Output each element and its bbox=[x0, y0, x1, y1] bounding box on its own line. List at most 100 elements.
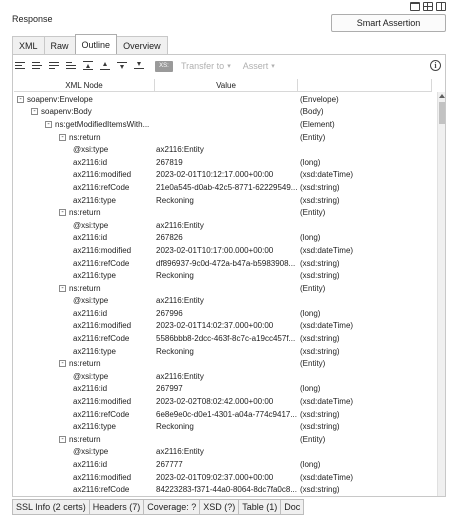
move-down-icon[interactable] bbox=[117, 61, 127, 71]
split-view-icon[interactable] bbox=[436, 2, 446, 11]
tree-row[interactable]: ax2116:modified 2023-02-01T14:02:37.000+0… bbox=[14, 320, 432, 333]
node-name: ax2116:id bbox=[73, 460, 108, 470]
node-cell: ax2116:refCode bbox=[14, 259, 155, 268]
collapse-toggle-icon[interactable]: - bbox=[59, 284, 66, 292]
outline-tree: - soapenv:Envelope (Envelope) - soapenv:Body… bbox=[14, 93, 432, 495]
grid-icon[interactable] bbox=[423, 2, 433, 11]
column-header-value[interactable]: Value bbox=[155, 79, 298, 91]
collapse-toggle-icon[interactable]: - bbox=[17, 95, 24, 103]
value-cell: ax2116:Entity bbox=[156, 447, 204, 457]
tree-row[interactable]: - ns:getModifiedItemsWith... (Element) bbox=[14, 118, 432, 131]
collapse-toggle-icon[interactable]: - bbox=[59, 209, 66, 217]
value-cell: 267996 bbox=[156, 308, 183, 318]
smart-assertion-button[interactable]: Smart Assertion bbox=[331, 14, 446, 32]
tree-row[interactable]: ax2116:id 267819 (long) bbox=[14, 156, 432, 169]
tree-row[interactable]: @xsi:type ax2116:Entity bbox=[14, 143, 432, 156]
assert-dropdown[interactable]: Assert ▾ bbox=[243, 61, 275, 71]
tree-row[interactable]: ax2116:modified 2023-02-01T09:02:37.000+0… bbox=[14, 471, 432, 484]
move-bottom-icon[interactable] bbox=[134, 61, 144, 71]
vertical-scrollbar[interactable] bbox=[437, 92, 445, 496]
tree-row[interactable]: - ns:return (Entity) bbox=[14, 206, 432, 219]
column-header-node[interactable]: XML Node bbox=[14, 79, 155, 91]
scrollbar-thumb[interactable] bbox=[439, 102, 445, 124]
tree-row[interactable]: ax2116:type Reckoning (xsd:string) bbox=[14, 345, 432, 358]
type-cell: (Element) bbox=[300, 119, 335, 129]
node-cell: - soapenv:Envelope bbox=[14, 95, 155, 104]
column-header-type[interactable] bbox=[298, 79, 432, 91]
tree-row[interactable]: - soapenv:Envelope (Envelope) bbox=[14, 93, 432, 106]
move-top-icon[interactable] bbox=[83, 61, 93, 71]
tree-row[interactable]: ax2116:refCode 6e8e9e0c-d0e1-4301-a04a-77… bbox=[14, 408, 432, 421]
tree-row[interactable]: ax2116:modified 2023-02-02T08:02:42.000+0… bbox=[14, 395, 432, 408]
collapse-toggle-icon[interactable]: - bbox=[31, 108, 38, 116]
node-name: ax2116:refCode bbox=[73, 485, 130, 495]
bottom-tab[interactable]: Headers (7) bbox=[88, 499, 145, 515]
info-icon[interactable]: i bbox=[430, 60, 441, 71]
tree-row[interactable]: - ns:return (Entity) bbox=[14, 357, 432, 370]
tree-row[interactable]: ax2116:id 267997 (long) bbox=[14, 383, 432, 396]
node-cell: - soapenv:Body bbox=[14, 107, 155, 116]
collapse-toggle-icon[interactable]: - bbox=[59, 360, 66, 368]
chevron-down-icon: ▾ bbox=[271, 63, 275, 70]
tree-row[interactable]: ax2116:refCode df896937-9c0d-472a-b47a-b5… bbox=[14, 257, 432, 270]
tree-row[interactable]: @xsi:type ax2116:Entity bbox=[14, 446, 432, 459]
align-lines-icon[interactable] bbox=[32, 61, 42, 71]
bottom-tab[interactable]: SSL Info (2 certs) bbox=[12, 499, 90, 515]
type-cell: (Entity) bbox=[300, 434, 326, 444]
type-cell: (Entity) bbox=[300, 359, 326, 369]
tree-row[interactable]: @xsi:type ax2116:Entity bbox=[14, 370, 432, 383]
align-lines-icon[interactable] bbox=[15, 61, 25, 71]
collapse-toggle-icon[interactable]: - bbox=[59, 133, 66, 141]
tab-outline[interactable]: Outline bbox=[74, 34, 118, 54]
xs-button[interactable]: XS: bbox=[155, 60, 173, 72]
node-cell: ax2116:refCode bbox=[14, 183, 155, 192]
align-lines-icon[interactable] bbox=[66, 61, 76, 71]
tree-row[interactable]: @xsi:type ax2116:Entity bbox=[14, 295, 432, 308]
collapse-toggle-icon[interactable]: - bbox=[59, 435, 66, 443]
transfer-to-dropdown[interactable]: Transfer to ▾ bbox=[181, 61, 231, 71]
value-cell: 2023-02-01T10:12:17.000+00:00 bbox=[156, 170, 274, 180]
tab-raw[interactable]: Raw bbox=[43, 36, 76, 54]
bottom-tabs: SSL Info (2 certs) Headers (7) Coverage: ?… bbox=[12, 499, 305, 515]
tree-row[interactable]: - ns:return (Entity) bbox=[14, 131, 432, 144]
tree-row[interactable]: ax2116:id 267777 (long) bbox=[14, 458, 432, 471]
tree-row[interactable]: - soapenv:Body (Body) bbox=[14, 106, 432, 119]
tab-overview[interactable]: Overview bbox=[116, 36, 168, 54]
node-name: ns:return bbox=[69, 434, 101, 444]
tree-row[interactable]: - ns:return (Entity) bbox=[14, 282, 432, 295]
tree-row[interactable]: ax2116:refCode 84223283-f371-44a0-8064-8d… bbox=[14, 483, 432, 495]
collapse-toggle-icon[interactable]: - bbox=[45, 120, 52, 128]
tree-row[interactable]: ax2116:refCode 5586bbb8-2dcc-463f-8c7c-a1… bbox=[14, 332, 432, 345]
tree-row[interactable]: ax2116:refCode 21e0a545-d0ab-42c5-8771-62… bbox=[14, 181, 432, 194]
outline-header: XML Node Value bbox=[14, 79, 432, 92]
node-cell: ax2116:type bbox=[14, 422, 155, 431]
tab-xml[interactable]: XML bbox=[12, 36, 45, 54]
bottom-tab[interactable]: XSD (?) bbox=[199, 499, 240, 515]
node-name: ns:return bbox=[69, 359, 101, 369]
tree-row[interactable]: ax2116:modified 2023-02-01T10:12:17.000+0… bbox=[14, 169, 432, 182]
tree-row[interactable]: ax2116:id 267996 (long) bbox=[14, 307, 432, 320]
node-cell: - ns:return bbox=[14, 435, 155, 444]
node-cell: @xsi:type bbox=[14, 145, 155, 154]
move-up-icon[interactable] bbox=[100, 61, 110, 71]
node-cell: ax2116:type bbox=[14, 347, 155, 356]
node-name: @xsi:type bbox=[73, 447, 109, 457]
node-cell: - ns:return bbox=[14, 359, 155, 368]
tree-row[interactable]: ax2116:id 267826 (long) bbox=[14, 232, 432, 245]
tree-row[interactable]: - ns:return (Entity) bbox=[14, 433, 432, 446]
tree-row[interactable]: ax2116:type Reckoning (xsd:string) bbox=[14, 420, 432, 433]
type-cell: (xsd:string) bbox=[300, 334, 340, 344]
node-name: ns:return bbox=[69, 208, 101, 218]
scroll-up-icon[interactable] bbox=[439, 94, 445, 98]
tree-row[interactable]: ax2116:type Reckoning (xsd:string) bbox=[14, 194, 432, 207]
tree-row[interactable]: @xsi:type ax2116:Entity bbox=[14, 219, 432, 232]
type-cell: (Body) bbox=[300, 107, 324, 117]
tree-row[interactable]: ax2116:type Reckoning (xsd:string) bbox=[14, 269, 432, 282]
tree-row[interactable]: ax2116:modified 2023-02-01T10:17:00.000+0… bbox=[14, 244, 432, 257]
bottom-tab[interactable]: Coverage: ? bbox=[143, 499, 201, 515]
bottom-tab[interactable]: Doc bbox=[280, 499, 305, 515]
folder-icon[interactable] bbox=[410, 2, 420, 11]
value-cell: 267997 bbox=[156, 384, 183, 394]
bottom-tab[interactable]: Table (1) bbox=[238, 499, 282, 515]
align-lines-icon[interactable] bbox=[49, 61, 59, 71]
